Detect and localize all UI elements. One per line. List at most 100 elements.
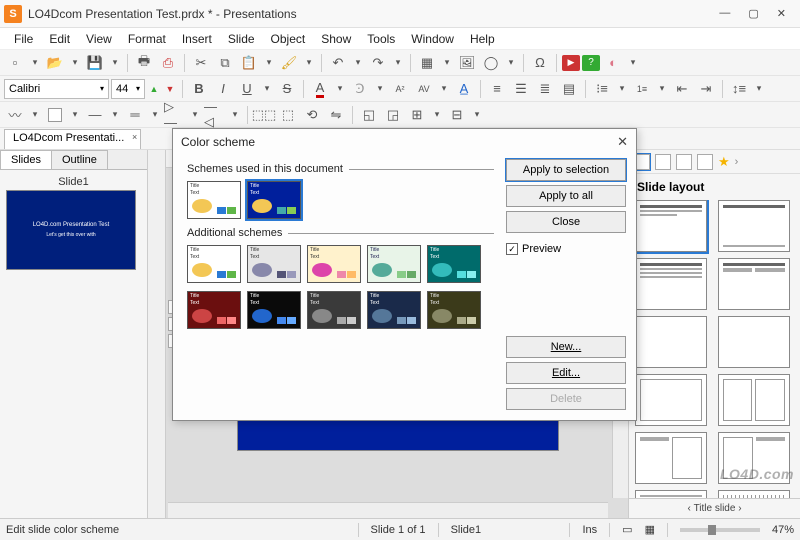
layout-option[interactable] xyxy=(718,200,790,252)
zoom-slider[interactable] xyxy=(680,528,760,532)
send-backward-button[interactable]: ◲ xyxy=(382,104,404,126)
slide-thumbnail[interactable]: LO4D.com Presentation Test Let's get thi… xyxy=(6,190,136,270)
toggle-button[interactable]: ◐ xyxy=(602,52,624,74)
scheme-option[interactable]: TitleText xyxy=(307,245,361,283)
scheme-option[interactable]: TitleText xyxy=(187,291,241,329)
print-button[interactable]: 🖶 xyxy=(133,52,155,74)
menu-help[interactable]: Help xyxy=(462,30,503,48)
line-weight-button[interactable]: ═ xyxy=(124,104,146,126)
highlight-button[interactable]: Ꜿ xyxy=(349,78,371,100)
superscript-button[interactable]: A² xyxy=(389,78,411,100)
scheme-option[interactable]: TitleText xyxy=(307,291,361,329)
scheme-option[interactable]: TitleText xyxy=(247,291,301,329)
arrow-start-button[interactable]: ▷— xyxy=(164,104,186,126)
line-color-button[interactable]: 〰 xyxy=(4,104,26,126)
transition-tab-icon[interactable] xyxy=(676,154,692,170)
menu-object[interactable]: Object xyxy=(263,30,314,48)
ungroup-button[interactable]: ⬚ xyxy=(277,104,299,126)
strike-button[interactable]: S xyxy=(276,78,298,100)
pdf-button[interactable]: ⎙ xyxy=(157,52,179,74)
paste-button[interactable]: 📋 xyxy=(238,52,260,74)
subscript-button[interactable]: AV xyxy=(413,78,435,100)
image-button[interactable]: 🖼 xyxy=(456,52,478,74)
align-objects-button[interactable]: ⊞ xyxy=(406,104,428,126)
shape-button[interactable]: ◯ xyxy=(480,52,502,74)
font-color-button[interactable]: A xyxy=(309,78,331,100)
italic-button[interactable]: I xyxy=(212,78,234,100)
font-size-combo[interactable]: 44▾ xyxy=(111,79,145,99)
scheme-option[interactable]: TitleText xyxy=(187,181,241,219)
outdent-button[interactable]: ⇤ xyxy=(671,78,693,100)
align-right-button[interactable]: ≣ xyxy=(534,78,556,100)
align-justify-button[interactable]: ▤ xyxy=(558,78,580,100)
scheme-option[interactable]: TitleText xyxy=(247,181,301,219)
redo-button[interactable]: ↷ xyxy=(367,52,389,74)
arrow-end-button[interactable]: —◁ xyxy=(204,104,226,126)
menu-window[interactable]: Window xyxy=(403,30,462,48)
align-left-button[interactable]: ≡ xyxy=(486,78,508,100)
bold-button[interactable]: B xyxy=(188,78,210,100)
maximize-button[interactable]: ▢ xyxy=(748,7,758,20)
scheme-option[interactable]: TitleText xyxy=(367,291,421,329)
scheme-option[interactable]: TitleText xyxy=(367,245,421,283)
layout-option[interactable] xyxy=(718,374,790,426)
tab-slides[interactable]: Slides xyxy=(0,150,52,169)
edit-button[interactable]: Edit... xyxy=(506,362,626,384)
view-normal-icon[interactable]: ▭ xyxy=(622,523,632,536)
grow-font-button[interactable]: ▲ xyxy=(147,78,161,100)
layout-option[interactable] xyxy=(635,374,707,426)
font-combo[interactable]: Calibri▾ xyxy=(4,79,109,99)
table-button[interactable]: ▦ xyxy=(416,52,438,74)
close-button[interactable]: ✕ xyxy=(777,7,786,20)
minimize-button[interactable]: — xyxy=(719,7,730,20)
shrink-font-button[interactable]: ▼ xyxy=(163,78,177,100)
layout-option[interactable] xyxy=(635,200,707,252)
copy-button[interactable]: ⧉ xyxy=(214,52,236,74)
layout-option[interactable] xyxy=(718,258,790,310)
close-tab-icon[interactable]: × xyxy=(132,132,137,142)
symbol-button[interactable]: Ω xyxy=(529,52,551,74)
star-icon[interactable]: ★ xyxy=(718,154,730,170)
document-tab[interactable]: LO4Dcom Presentati... × xyxy=(4,129,141,149)
scheme-option[interactable]: TitleText xyxy=(427,291,481,329)
flip-button[interactable]: ⇋ xyxy=(325,104,347,126)
bring-forward-button[interactable]: ◱ xyxy=(358,104,380,126)
line-style-button[interactable]: — xyxy=(84,104,106,126)
help-icon[interactable]: ? xyxy=(582,55,600,71)
scheme-option[interactable]: TitleText xyxy=(247,245,301,283)
tab-outline[interactable]: Outline xyxy=(51,150,108,169)
zoom-value[interactable]: 47% xyxy=(772,524,794,536)
close-button[interactable]: Close xyxy=(506,211,626,233)
menu-slide[interactable]: Slide xyxy=(220,30,263,48)
apply-all-button[interactable]: Apply to all xyxy=(506,185,626,207)
open-button[interactable]: 📂 xyxy=(44,52,66,74)
rotate-button[interactable]: ⟲ xyxy=(301,104,323,126)
menu-show[interactable]: Show xyxy=(313,30,359,48)
layout-option[interactable] xyxy=(718,490,790,498)
menu-insert[interactable]: Insert xyxy=(174,30,220,48)
new-button[interactable]: ▫ xyxy=(4,52,26,74)
layout-option[interactable] xyxy=(718,316,790,368)
layout-option[interactable] xyxy=(635,316,707,368)
menu-tools[interactable]: Tools xyxy=(359,30,403,48)
menu-view[interactable]: View xyxy=(78,30,120,48)
menu-edit[interactable]: Edit xyxy=(41,30,78,48)
animation-tab-icon[interactable] xyxy=(697,154,713,170)
cut-button[interactable]: ✂ xyxy=(190,52,212,74)
apply-selection-button[interactable]: Apply to selection xyxy=(506,159,626,181)
align-center-button[interactable]: ☰ xyxy=(510,78,532,100)
menu-format[interactable]: Format xyxy=(120,30,174,48)
layout-option[interactable] xyxy=(635,432,707,484)
indent-button[interactable]: ⇥ xyxy=(695,78,717,100)
layout-option[interactable] xyxy=(635,258,707,310)
case-button[interactable]: A̲ xyxy=(453,78,475,100)
horizontal-scrollbar[interactable] xyxy=(168,502,608,518)
menu-file[interactable]: File xyxy=(6,30,41,48)
chevron-right-icon[interactable]: › xyxy=(735,156,739,168)
distribute-button[interactable]: ⊟ xyxy=(446,104,468,126)
scheme-option[interactable]: TitleText xyxy=(187,245,241,283)
design-tab-icon[interactable] xyxy=(655,154,671,170)
new-button[interactable]: New... xyxy=(506,336,626,358)
format-paint-button[interactable]: 🖌 xyxy=(278,52,300,74)
scheme-option[interactable]: TitleText xyxy=(427,245,481,283)
